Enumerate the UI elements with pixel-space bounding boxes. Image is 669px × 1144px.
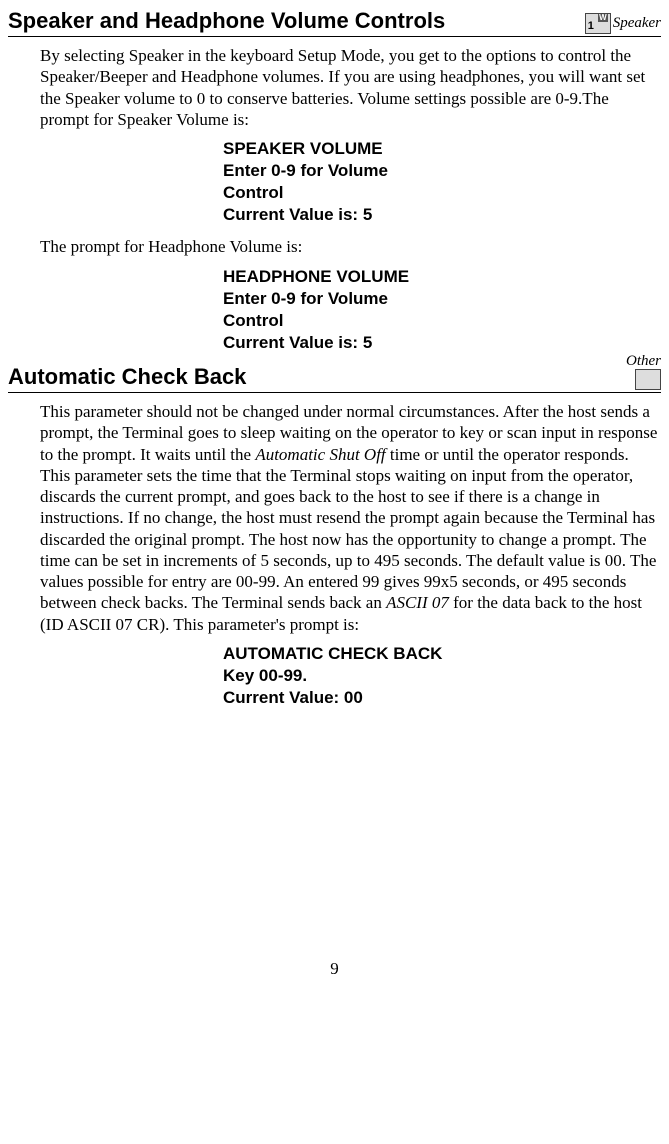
section-title-checkback: Automatic Check Back	[8, 364, 246, 390]
prompt-line: Enter 0-9 for Volume	[223, 160, 661, 182]
prompt-line: Enter 0-9 for Volume	[223, 288, 661, 310]
prompt-line: Control	[223, 182, 661, 204]
italic-term: ASCII 07	[386, 593, 449, 612]
para-text: time or until the operator responds. Thi…	[40, 445, 656, 613]
prompt-line: SPEAKER VOLUME	[223, 138, 661, 160]
prompt-line: Current Value: 00	[223, 687, 661, 709]
checkback-para: This parameter should not be changed und…	[40, 401, 661, 635]
italic-term: Automatic Shut Off	[255, 445, 385, 464]
prompt-line: Key 00-99.	[223, 665, 661, 687]
page-number: 9	[8, 959, 661, 979]
prompt-line: Control	[223, 310, 661, 332]
side-label-speaker: Speaker	[613, 15, 661, 32]
headphone-intro-para: The prompt for Headphone Volume is:	[40, 236, 661, 257]
prompt-line: Current Value is: 5	[223, 332, 661, 354]
headphone-volume-prompt: HEADPHONE VOLUME Enter 0-9 for Volume Co…	[223, 266, 661, 354]
prompt-line: HEADPHONE VOLUME	[223, 266, 661, 288]
side-label-other: Other	[626, 353, 661, 370]
prompt-line: Current Value is: 5	[223, 204, 661, 226]
volume-intro-para: By selecting Speaker in the keyboard Set…	[40, 45, 661, 130]
key-icon-1: 1 W	[585, 13, 611, 34]
section-header-checkback: Automatic Check Back Other	[8, 364, 661, 393]
key-icon-other	[635, 369, 661, 390]
section-title-volume: Speaker and Headphone Volume Controls	[8, 8, 445, 34]
section-label-group-volume: 1 W Speaker	[585, 13, 661, 34]
prompt-line: AUTOMATIC CHECK BACK	[223, 643, 661, 665]
speaker-volume-prompt: SPEAKER VOLUME Enter 0-9 for Volume Cont…	[223, 138, 661, 226]
section-label-group-checkback: Other	[635, 369, 661, 390]
section-header-volume: Speaker and Headphone Volume Controls 1 …	[8, 8, 661, 37]
checkback-prompt: AUTOMATIC CHECK BACK Key 00-99. Current …	[223, 643, 661, 709]
